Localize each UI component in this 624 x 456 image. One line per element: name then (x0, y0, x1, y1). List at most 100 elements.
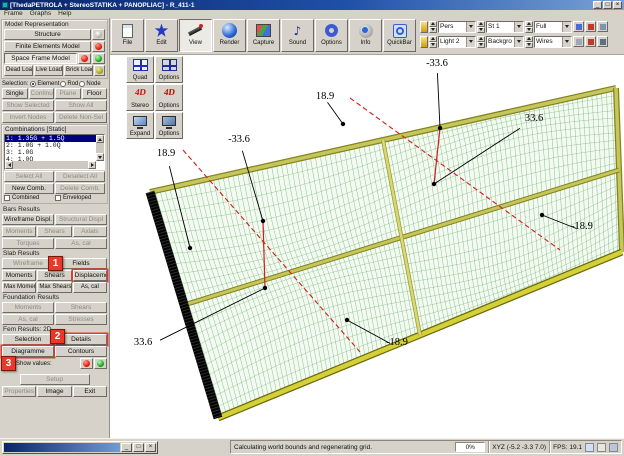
foundation-moments-button[interactable]: Moments (2, 302, 54, 313)
setup-button[interactable]: Setup (20, 374, 90, 385)
menu-graphs[interactable]: Graphs (30, 10, 51, 18)
bars-shears-button[interactable]: Shears (37, 226, 71, 237)
toolbar-mini-button[interactable] (585, 21, 596, 32)
status-icon-pen[interactable] (609, 443, 618, 452)
close-button[interactable]: × (613, 1, 622, 9)
bars-axials-button[interactable]: Axials (73, 226, 107, 237)
toolbar-mini-button[interactable] (573, 21, 584, 32)
toolbar-button-view[interactable]: View (179, 19, 212, 52)
delete-nonsel-button[interactable]: Delete Non-Sel (55, 112, 107, 123)
new-comb-button[interactable]: New Comb. (4, 183, 54, 194)
combination-item[interactable]: 3: 1.0G (5, 149, 96, 156)
fem-led-button[interactable] (92, 41, 105, 52)
combination-item[interactable]: 1: 1.35G + 1.5Q (5, 135, 96, 142)
radio-rod[interactable]: Rod (60, 81, 78, 87)
minwin-close-button[interactable]: × (145, 443, 156, 452)
show-values-green-led-button[interactable] (94, 358, 107, 369)
lamp-button[interactable] (420, 36, 428, 48)
palette-button-options-5[interactable]: Options (155, 112, 183, 139)
fem-selection-button[interactable]: Selection (2, 334, 54, 345)
spinner-control[interactable] (525, 36, 533, 48)
spinner-control[interactable] (525, 21, 533, 33)
max-shears-button[interactable]: Max Shears (37, 282, 71, 293)
combination-item[interactable]: 2: 1.0G + 1.0Q (5, 142, 96, 149)
palette-button-expand-4[interactable]: Expand (126, 112, 154, 139)
combo-pers[interactable]: Pers (438, 21, 476, 33)
foundation-as-cal-button[interactable]: As, cal (2, 314, 54, 325)
slab-as-cal-button[interactable]: As, cal (73, 282, 107, 293)
scroll-up-icon[interactable] (96, 135, 104, 143)
radio-element[interactable]: Element (30, 81, 59, 87)
spinner-control[interactable] (477, 36, 485, 48)
minwin-restore-button[interactable]: _ (121, 443, 132, 452)
toolbar-button-info[interactable]: Info (349, 19, 382, 52)
status-icon-page[interactable] (597, 443, 606, 452)
spin-down-icon[interactable] (477, 27, 485, 33)
contours-button[interactable]: Contours (55, 346, 107, 357)
minimize-button[interactable]: _ (593, 1, 602, 9)
combo-light-2[interactable]: Light 2 (438, 36, 476, 48)
structure-led-button[interactable] (92, 29, 105, 40)
show-values-red-led-button[interactable] (80, 358, 93, 369)
dead-loads-button[interactable]: Dead Loads (4, 65, 33, 76)
properties-button[interactable]: Properties (2, 386, 36, 397)
maximize-button[interactable]: □ (603, 1, 612, 9)
space-frame-model-button[interactable]: Space Frame Model (4, 53, 77, 64)
space-frame-red-led-button[interactable] (78, 53, 91, 64)
continuous-button[interactable]: Continuous (29, 88, 55, 99)
exit-button[interactable]: Exit (73, 386, 107, 397)
spin-down-icon[interactable] (525, 27, 533, 33)
toolbar-button-sound[interactable]: ♪Sound (281, 19, 314, 52)
bars-as-cal-button[interactable]: As, cal (55, 238, 107, 249)
spin-down-icon[interactable] (525, 42, 533, 48)
scroll-left-icon[interactable] (5, 161, 13, 169)
enveloped-checkbox[interactable]: Enveloped (55, 195, 105, 201)
toolbar-button-quickbar[interactable]: QuickBar (383, 19, 416, 52)
stresses-button[interactable]: Stresses (55, 314, 107, 325)
dropdown-arrow-icon[interactable] (466, 37, 475, 47)
torques-button[interactable]: Torques (2, 238, 54, 249)
slab-displacements-button[interactable]: Displacements (73, 270, 107, 281)
scroll-down-icon[interactable] (96, 153, 104, 161)
structure-button[interactable]: Structure (4, 29, 91, 40)
dropdown-arrow-icon[interactable] (514, 37, 523, 47)
loads-led-button[interactable] (94, 65, 105, 76)
listbox-hscrollbar[interactable] (5, 161, 96, 169)
dropdown-arrow-icon[interactable] (466, 22, 475, 32)
delete-comb-button[interactable]: Delete Comb. (55, 183, 105, 194)
menu-frame[interactable]: Frame (4, 10, 23, 18)
combinations-listbox[interactable]: 1: 1.35G + 1.5Q2: 1.0G + 1.0Q3: 1.0G4: 1… (4, 134, 105, 170)
deselect-all-button[interactable]: Deselect All (55, 171, 105, 182)
single-button[interactable]: Single (2, 88, 28, 99)
listbox-vscrollbar[interactable] (96, 135, 104, 161)
show-all-button[interactable]: Show All (55, 100, 107, 111)
combo-full[interactable]: Full (534, 21, 572, 33)
toolbar-mini-button[interactable] (573, 36, 584, 47)
select-all-button[interactable]: Select All (4, 171, 54, 182)
max-moments-button[interactable]: Max Moments (2, 282, 36, 293)
toolbar-button-edit[interactable]: Edit (145, 19, 178, 52)
plane-button[interactable]: Plane (55, 88, 81, 99)
slab-shears-button[interactable]: Shears (37, 270, 71, 281)
toolbar-mini-button[interactable] (585, 36, 596, 47)
live-loads-button[interactable]: Live Loads (34, 65, 63, 76)
toolbar-button-capture[interactable]: Capture (247, 19, 280, 52)
toolbar-button-render[interactable]: Render (213, 19, 246, 52)
combo-st-1[interactable]: St 1 (486, 21, 524, 33)
image-button[interactable]: Image (37, 386, 71, 397)
minimized-window[interactable]: _□× (2, 441, 158, 454)
spin-down-icon[interactable] (477, 42, 485, 48)
palette-button-options-1[interactable]: Options (155, 56, 183, 83)
toolbar-mini-button[interactable] (597, 21, 608, 32)
palette-button-options-3[interactable]: Options (155, 84, 183, 111)
menu-help[interactable]: Help (58, 10, 71, 18)
structural-displ-button[interactable]: Structural Displ (55, 214, 107, 225)
dropdown-arrow-icon[interactable] (562, 37, 571, 47)
minwin-maximize-button[interactable]: □ (133, 443, 144, 452)
bars-moments-button[interactable]: Moments (2, 226, 36, 237)
palette-button-quad-0[interactable]: Quad (126, 56, 154, 83)
dropdown-arrow-icon[interactable] (562, 22, 571, 32)
radio-node[interactable]: Node (79, 81, 100, 87)
dropdown-arrow-icon[interactable] (514, 22, 523, 32)
slab-moments-button[interactable]: Moments (2, 270, 36, 281)
